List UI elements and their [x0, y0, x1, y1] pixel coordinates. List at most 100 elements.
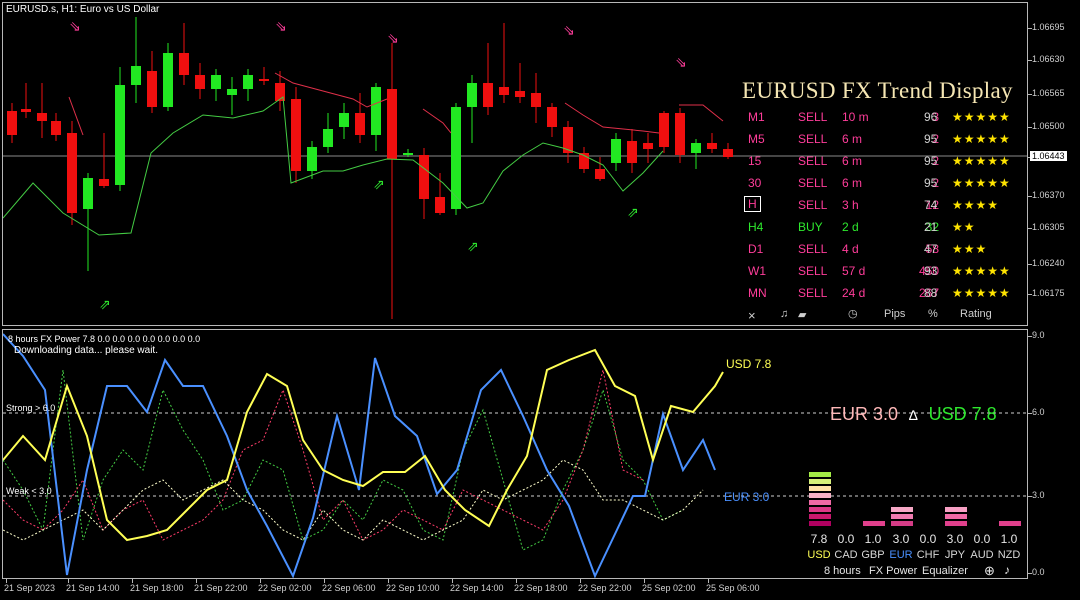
equalizer-bar — [809, 521, 831, 526]
candle — [611, 133, 621, 171]
rating-stars: ★★★★★ — [952, 176, 1011, 190]
buy-arrow-icon: ⇗ — [467, 239, 479, 255]
equalizer-bar — [863, 521, 885, 526]
sell-arrow-icon: ⇘ — [275, 19, 287, 35]
candle-body — [115, 85, 125, 185]
candle — [195, 63, 205, 99]
time-tick-label: 21 Sep 14:00 — [66, 583, 120, 593]
candle-body — [403, 153, 413, 155]
candle-body — [339, 113, 349, 127]
duration-label: 57 d — [842, 264, 866, 278]
equalizer-value: 7.8 — [810, 532, 828, 546]
duration-label: 6 m — [842, 176, 863, 190]
usd-line — [3, 348, 724, 542]
sell-arrow-icon: ⇘ — [69, 19, 81, 35]
candle-body — [83, 178, 93, 209]
trend-row-w1[interactable]: W1 SELL 57 d 450 93 ★★★★★ — [742, 262, 1026, 284]
candle — [147, 51, 157, 113]
period-label[interactable]: 8 hours — [824, 565, 861, 577]
candle — [563, 121, 573, 163]
candle-body — [323, 129, 333, 147]
direction-label: SELL — [798, 154, 828, 168]
rating-stars: ★★★★★ — [952, 264, 1011, 278]
equalizer-currency-gbp[interactable]: GBP — [860, 549, 886, 561]
equalizer-currency-usd[interactable]: USD — [806, 549, 832, 561]
equalizer-bar — [809, 479, 831, 484]
percent-header: % — [928, 308, 938, 320]
percent-value: 96 — [924, 110, 938, 124]
sell-arrow-icon: ⇘ — [563, 23, 575, 39]
resistance-line — [679, 104, 724, 122]
timeframe-label: M5 — [748, 132, 765, 146]
direction-label: SELL — [798, 242, 828, 256]
crosshair-icon[interactable]: ⊕ — [984, 563, 995, 579]
quote-strength: USD 7.8 — [928, 404, 997, 424]
time-tick-label: 21 Sep 2023 — [4, 583, 56, 593]
candle-body — [707, 143, 717, 149]
candle-body — [243, 75, 253, 89]
direction-label: SELL — [798, 110, 828, 124]
time-tick-label: 21 Sep 22:00 — [194, 583, 248, 593]
candle-body — [659, 113, 669, 147]
sound-icon[interactable]: ♫ — [780, 308, 788, 320]
equalizer-currency-cad[interactable]: CAD — [833, 549, 859, 561]
candle — [707, 133, 717, 153]
equalizer-bar — [999, 521, 1021, 526]
trend-row-15[interactable]: 15 SELL 6 m 2 95 ★★★★★ — [742, 152, 1026, 174]
indicator-tick-label: 0.0 — [1032, 567, 1045, 577]
candle-body — [51, 121, 61, 135]
equalizer-currency-eur[interactable]: EUR — [888, 549, 914, 561]
candle — [675, 108, 685, 163]
close-icon[interactable]: × — [748, 308, 756, 323]
trend-row-h[interactable]: H SELL 3 h 12 74 ★★★★ — [742, 196, 1026, 218]
trend-row-m5[interactable]: M5 SELL 6 m 2 95 ★★★★★ — [742, 130, 1026, 152]
clock-icon[interactable]: ◷ — [848, 307, 858, 320]
candle — [67, 121, 77, 225]
rating-stars: ★★★★★ — [952, 132, 1011, 146]
jpy-line — [3, 369, 644, 541]
equalizer-toggle[interactable]: Equalizer — [922, 565, 968, 577]
equalizer-currency-jpy[interactable]: JPY — [942, 549, 968, 561]
percent-value: 47 — [924, 242, 938, 256]
percent-value: 88 — [924, 286, 938, 300]
equalizer-bar — [945, 514, 967, 519]
eur-line-label: EUR 3.0 — [724, 490, 770, 504]
trend-row-m1[interactable]: M1 SELL 10 m 3 96 ★★★★★ — [742, 108, 1026, 130]
candle-body — [355, 113, 365, 135]
candle — [371, 83, 381, 151]
candle — [179, 23, 189, 85]
rating-header: Rating — [960, 308, 992, 320]
equalizer-currency-nzd[interactable]: NZD — [996, 549, 1022, 561]
percent-value: 95 — [924, 132, 938, 146]
resistance-line — [564, 102, 660, 134]
timeframe-label: D1 — [748, 242, 764, 256]
equalizer-currency-chf[interactable]: CHF — [915, 549, 941, 561]
price-tick-label: 1.06500 — [1032, 121, 1065, 131]
sound-icon-indicator[interactable]: ♪ — [1004, 563, 1010, 577]
candle-body — [419, 155, 429, 199]
candle-body — [691, 143, 701, 153]
eur-line — [3, 333, 716, 578]
trend-row-d1[interactable]: D1 SELL 4 d 58 47 ★★★ — [742, 240, 1026, 262]
percent-value: 95 — [924, 154, 938, 168]
candle-body — [99, 179, 109, 186]
trend-row-30[interactable]: 30 SELL 6 m 2 95 ★★★★★ — [742, 174, 1026, 196]
equalizer-currency-aud[interactable]: AUD — [969, 549, 995, 561]
candle-body — [547, 107, 557, 127]
candle-body — [595, 169, 605, 179]
trend-row-h4[interactable]: H4 BUY 2 d 32 21 ★★ — [742, 218, 1026, 240]
candle-body — [499, 87, 509, 95]
trend-footer: × ♫ ▰ ◷ Pips % Rating — [742, 308, 1026, 326]
trend-row-mn[interactable]: MN SELL 24 d 267 88 ★★★★★ — [742, 284, 1026, 306]
time-tick-label: 22 Sep 06:00 — [322, 583, 376, 593]
candle-body — [291, 99, 301, 171]
alert-icon[interactable]: ▰ — [798, 308, 806, 321]
equalizer-bar — [891, 514, 913, 519]
resistance-line — [422, 108, 452, 134]
candle-body — [227, 89, 237, 95]
candle — [387, 43, 397, 319]
candle — [163, 43, 173, 111]
strong-label: Strong > 6.0 — [6, 403, 56, 413]
candle-body — [675, 113, 685, 155]
price-tick-label: 1.06370 — [1032, 190, 1065, 200]
